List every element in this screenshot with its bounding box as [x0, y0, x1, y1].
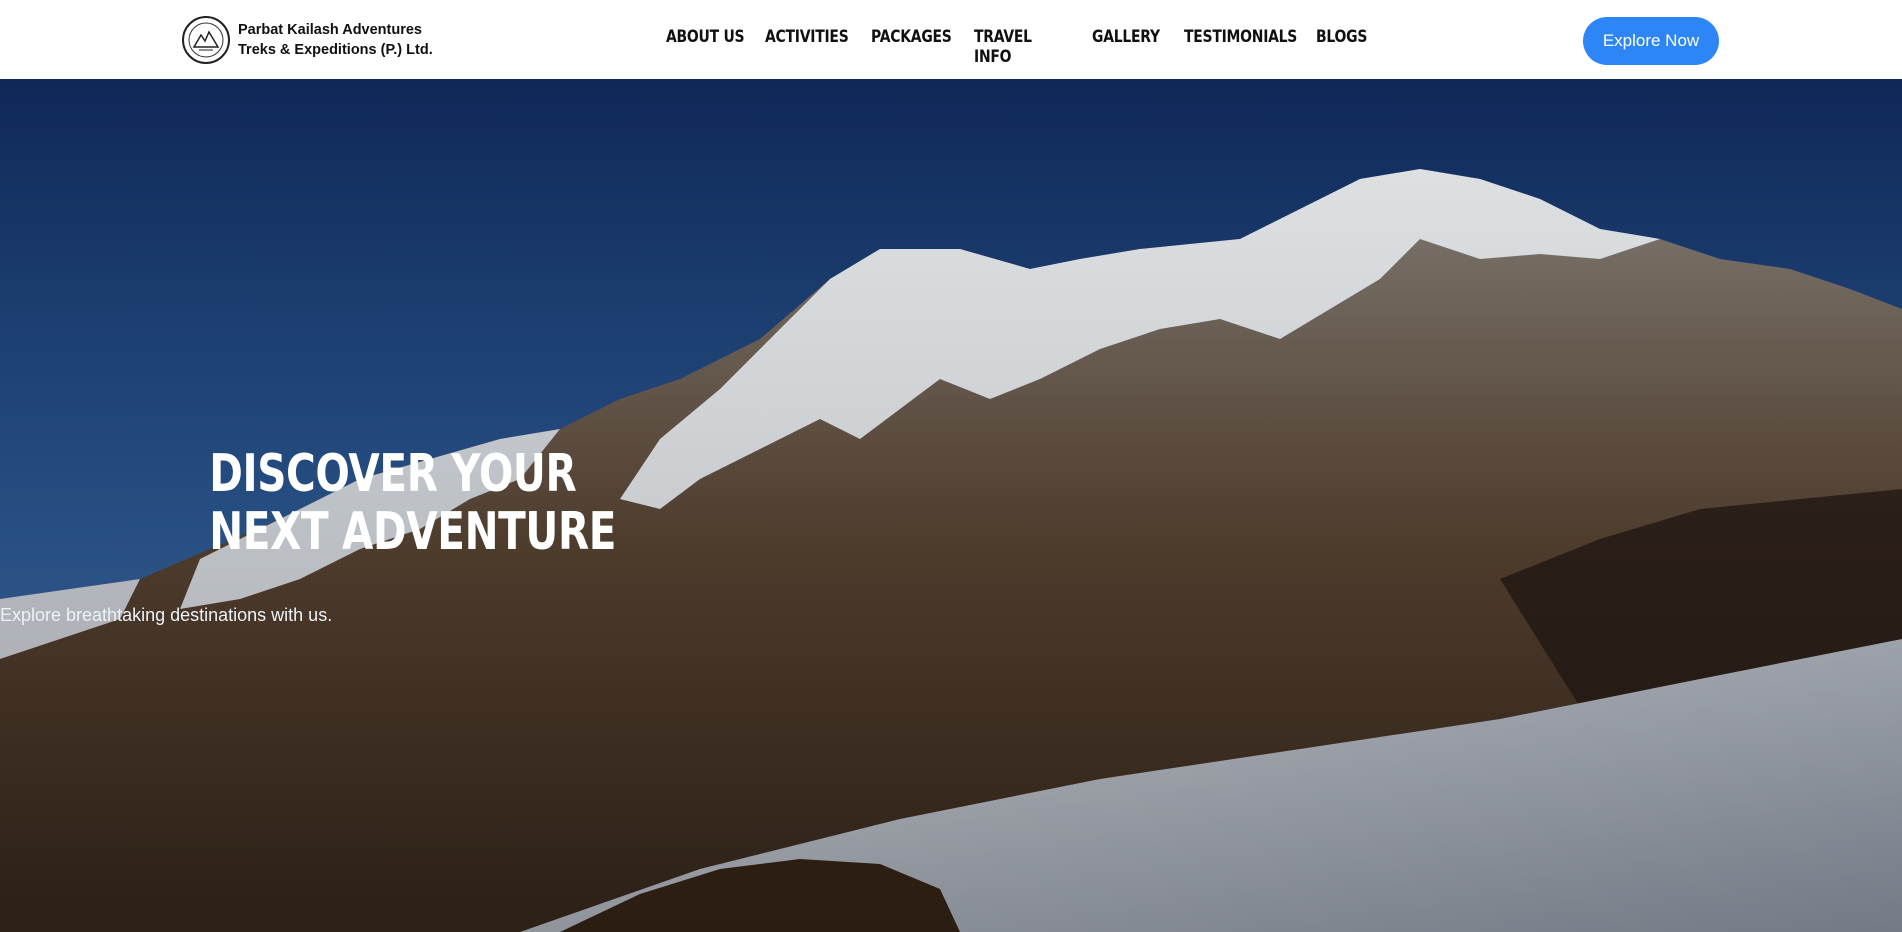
- nav-item-activities[interactable]: ACTIVITIES: [765, 27, 871, 67]
- brand[interactable]: Parbat Kailash Adventures Treks & Expedi…: [182, 16, 433, 64]
- nav-item-about-us[interactable]: ABOUT US: [666, 27, 765, 67]
- nav-link-gallery[interactable]: GALLERY: [1092, 27, 1160, 47]
- main-nav: ABOUT US ACTIVITIES PACKAGES TRAVEL INFO…: [666, 27, 1376, 67]
- nav-link-activities[interactable]: ACTIVITIES: [765, 27, 849, 47]
- hero-headline-line2: NEXT ADVENTURE: [209, 502, 617, 562]
- hero-headline: DISCOVER YOUR NEXT ADVENTURE: [209, 445, 1693, 561]
- hero-headline-line1: DISCOVER YOUR: [209, 444, 577, 504]
- nav-link-testimonials[interactable]: TESTIMONIALS: [1184, 27, 1297, 47]
- nav-item-gallery[interactable]: GALLERY: [1092, 27, 1184, 67]
- logo-icon: [182, 16, 230, 64]
- brand-name-line2: Treks & Expeditions (P.) Ltd.: [238, 42, 433, 58]
- brand-name-line1: Parbat Kailash Adventures: [238, 22, 422, 38]
- site-header: Parbat Kailash Adventures Treks & Expedi…: [0, 0, 1902, 79]
- nav-link-blogs[interactable]: BLOGS: [1316, 27, 1367, 47]
- hero-subtitle: Explore breathtaking destinations with u…: [0, 605, 333, 625]
- nav-link-travel-info[interactable]: TRAVEL INFO: [974, 27, 1071, 67]
- nav-item-travel-info[interactable]: TRAVEL INFO: [974, 27, 1092, 67]
- explore-now-button[interactable]: Explore Now: [1583, 17, 1719, 65]
- nav-item-testimonials[interactable]: TESTIMONIALS: [1184, 27, 1316, 67]
- brand-name: Parbat Kailash Adventures Treks & Expedi…: [238, 20, 433, 60]
- nav-link-packages[interactable]: PACKAGES: [871, 27, 952, 47]
- hero-section: DISCOVER YOUR NEXT ADVENTURE Explore bre…: [0, 79, 1902, 932]
- nav-item-blogs[interactable]: BLOGS: [1316, 27, 1376, 67]
- nav-link-about-us[interactable]: ABOUT US: [666, 27, 745, 47]
- nav-item-packages[interactable]: PACKAGES: [871, 27, 974, 67]
